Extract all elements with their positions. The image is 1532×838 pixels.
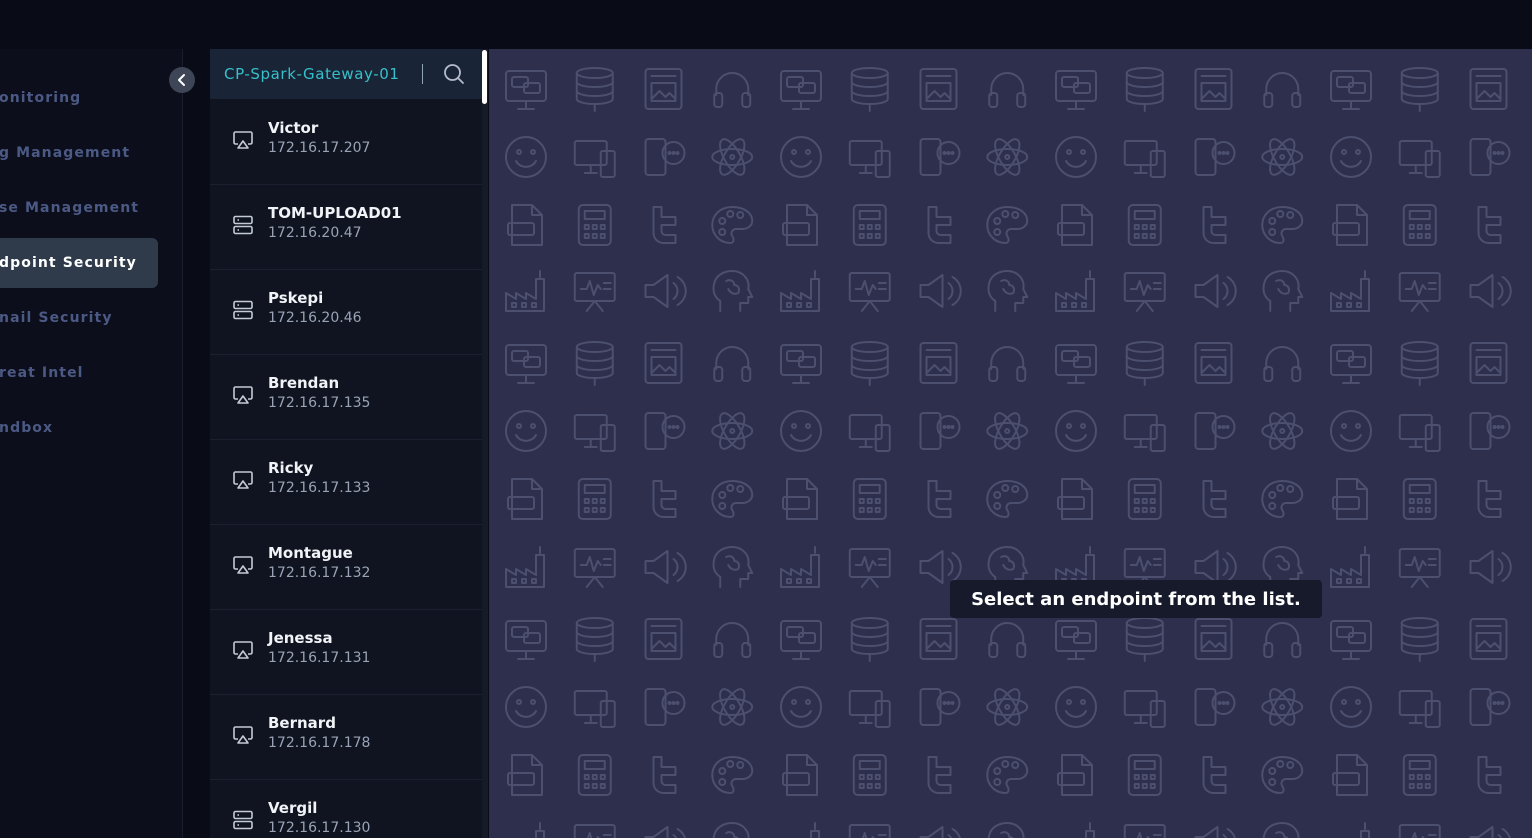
search-bar [210,49,482,99]
empty-state-message: Select an endpoint from the list. [950,580,1322,618]
endpoint-row[interactable]: Jenessa 172.16.17.131 [210,610,482,695]
endpoint-name: Montague [268,544,353,562]
sidebar-item-label: onitoring [0,90,82,106]
text-caret [422,64,423,84]
sidebar-item-label: se Management [0,200,140,216]
endpoint-list: Victor 172.16.17.207 TOM-UPLOAD01 172.16.20… [210,100,482,838]
endpoint-row[interactable]: TOM-UPLOAD01 172.16.20.47 [210,185,482,270]
endpoint-ip: 172.16.20.47 [268,225,362,241]
endpoint-name: TOM-UPLOAD01 [268,204,402,222]
endpoint-row[interactable]: Victor 172.16.17.207 [210,100,482,185]
endpoint-name: Ricky [268,459,314,477]
endpoint-row[interactable]: Pskepi 172.16.20.46 [210,270,482,355]
endpoint-list-panel: Victor 172.16.17.207 TOM-UPLOAD01 172.16.20… [210,49,488,838]
sidebar-item-logging-management[interactable]: g Management [0,128,158,178]
server-icon [232,809,254,831]
airplay-icon [232,554,254,576]
search-icon[interactable] [442,62,466,86]
airplay-icon [232,469,254,491]
sidebar-item-threat-intel[interactable]: reat Intel [0,348,158,398]
sidebar-item-label: nail Security [0,310,113,326]
endpoint-name: Brendan [268,374,340,392]
top-bar [0,0,1532,49]
server-icon [232,214,254,236]
background-icon-pattern [505,67,1512,838]
airplay-icon [232,384,254,406]
endpoint-name: Bernard [268,714,336,732]
sidebar-item-label: reat Intel [0,365,84,381]
sidebar-nav: onitoring g Management se Management dpo… [0,49,183,838]
airplay-icon [232,724,254,746]
sidebar-item-label: dpoint Security [0,255,137,271]
scrollbar-track[interactable] [482,49,488,838]
main-content: Select an endpoint from the list. [489,49,1532,838]
endpoint-ip: 172.16.17.131 [268,650,371,666]
airplay-icon [232,639,254,661]
endpoint-row[interactable]: Ricky 172.16.17.133 [210,440,482,525]
endpoint-name: Vergil [268,799,318,817]
server-icon [232,299,254,321]
airplay-icon [232,129,254,151]
chevron-left-icon [178,74,185,86]
scrollbar-thumb[interactable] [482,50,487,104]
search-input[interactable] [224,61,434,87]
endpoint-ip: 172.16.17.130 [268,820,371,836]
endpoint-row[interactable]: Montague 172.16.17.132 [210,525,482,610]
endpoint-ip: 172.16.17.207 [268,140,371,156]
endpoint-name: Pskepi [268,289,324,307]
endpoint-ip: 172.16.17.133 [268,480,371,496]
sidebar-item-label: g Management [0,145,131,161]
sidebar-item-endpoint-security[interactable]: dpoint Security [0,238,158,288]
endpoint-row[interactable]: Brendan 172.16.17.135 [210,355,482,440]
collapse-sidebar-button[interactable] [169,67,195,93]
endpoint-ip: 172.16.17.132 [268,565,371,581]
endpoint-name: Victor [268,119,319,137]
endpoint-ip: 172.16.17.178 [268,735,371,751]
sidebar-item-monitoring[interactable]: onitoring [0,73,158,123]
endpoint-ip: 172.16.17.135 [268,395,371,411]
sidebar-item-license-management[interactable]: se Management [0,183,158,233]
endpoint-ip: 172.16.20.46 [268,310,362,326]
sidebar-item-label: ndbox [0,420,54,436]
endpoint-row[interactable]: Bernard 172.16.17.178 [210,695,482,780]
endpoint-name: Jenessa [268,629,333,647]
sidebar-item-sandbox[interactable]: ndbox [0,403,158,453]
endpoint-row[interactable]: Vergil 172.16.17.130 [210,780,482,838]
sidebar-item-email-security[interactable]: nail Security [0,293,158,343]
